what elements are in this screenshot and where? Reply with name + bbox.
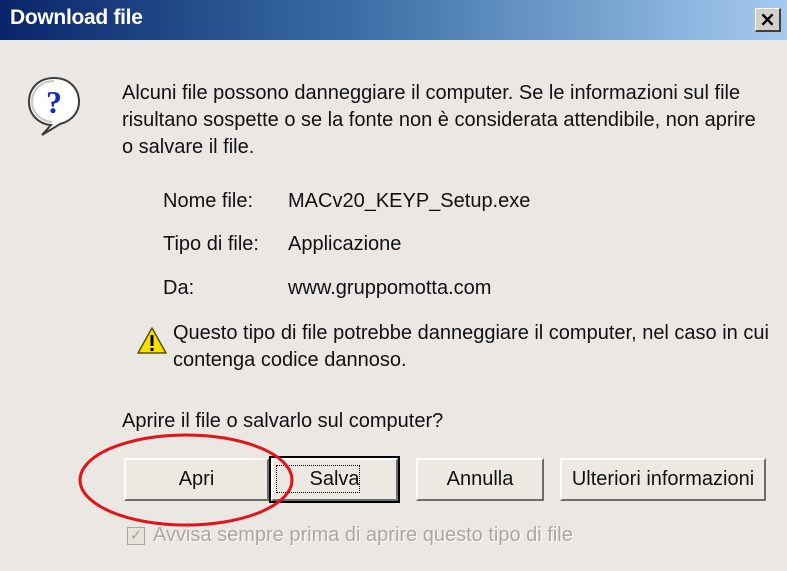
warning-message: Alcuni file possono danneggiare il compu… (122, 82, 756, 158)
open-button[interactable]: Apri (124, 458, 269, 501)
close-icon: × (759, 7, 776, 31)
save-focus-ring (276, 465, 360, 493)
download-file-dialog: Download file × ? Alcuni file possono da… (0, 0, 787, 571)
title-bar[interactable]: Download file × (0, 0, 787, 40)
always-ask-label: Avvisa sempre prima di aprire questo tip… (153, 524, 573, 546)
dialog-title: Download file (10, 6, 143, 29)
svg-text:?: ? (46, 84, 62, 120)
open-or-save-question: Aprire il file o salvarlo sul computer? (122, 410, 444, 432)
more-info-button[interactable]: Ulteriori informazioni (560, 458, 766, 501)
file-type-value: Applicazione (288, 233, 402, 255)
file-name-label: Nome file: (163, 190, 254, 212)
question-bubble-icon: ? (27, 76, 81, 136)
file-name-value: MACv20_KEYP_Setup.exe (288, 190, 531, 212)
warning-triangle-icon (137, 327, 167, 354)
cancel-button[interactable]: Annulla (416, 458, 544, 501)
always-ask-checkbox[interactable]: ✓ (127, 527, 145, 545)
file-source-value: www.gruppomotta.com (288, 277, 492, 299)
caution-message: Questo tipo di file potrebbe danneggiare… (173, 322, 769, 371)
file-type-label: Tipo di file: (163, 233, 259, 255)
file-source-label: Da: (163, 277, 195, 299)
close-button[interactable]: × (755, 8, 781, 32)
